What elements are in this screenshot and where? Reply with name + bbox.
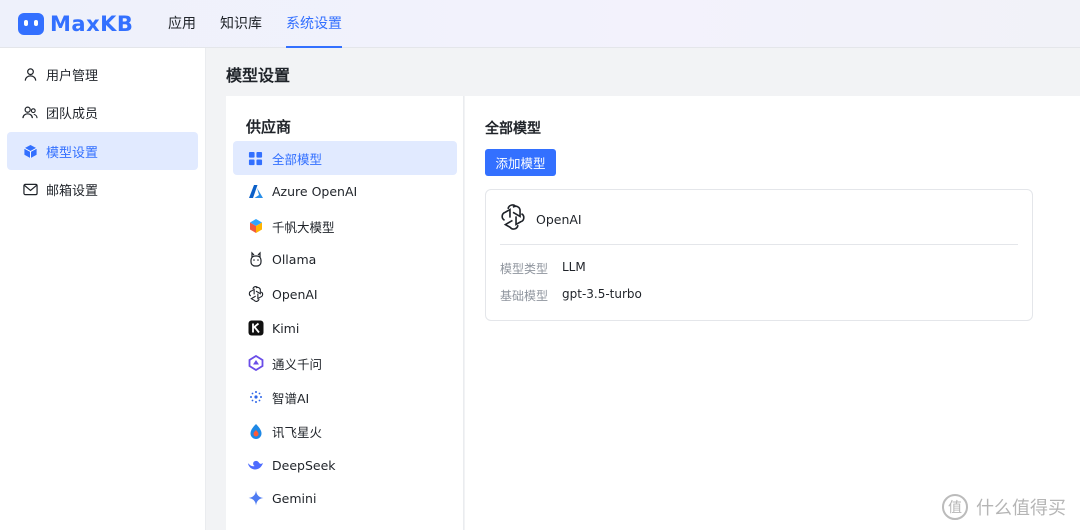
xunfei-icon	[247, 423, 264, 440]
app-logo[interactable]: MaxKB	[18, 10, 133, 38]
openai-icon	[500, 204, 526, 234]
sidebar-item-users[interactable]: 用户管理	[7, 55, 198, 93]
model-type-value: LLM	[562, 260, 586, 274]
provider-item-kimi[interactable]: Kimi	[233, 311, 457, 345]
provider-item-label: Gemini	[272, 490, 317, 506]
provider-item-label: DeepSeek	[272, 457, 336, 473]
provider-item-label: Kimi	[272, 320, 300, 336]
provider-panel: 供应商 全部模型 Azure OpenAI 千帆大模型 Ollama OpenA…	[226, 96, 464, 530]
provider-item-xunfei[interactable]: 讯飞星火	[233, 414, 457, 448]
kimi-icon	[247, 320, 264, 337]
app-logo-text: MaxKB	[50, 12, 134, 36]
provider-item-ollama[interactable]: Ollama	[233, 242, 457, 276]
page-title: 模型设置	[226, 66, 291, 85]
base-model-label: 基础模型	[500, 289, 549, 303]
nav-item-knowledge[interactable]: 知识库	[220, 0, 262, 48]
card-divider	[500, 244, 1018, 245]
top-nav: 应用 知识库 系统设置	[168, 0, 366, 48]
top-header: MaxKB 应用 知识库 系统设置	[0, 0, 1080, 48]
model-card[interactable]: OpenAI 模型类型 LLM 基础模型 gpt-3.5-turbo	[485, 189, 1033, 321]
provider-item-label: 千帆大模型	[272, 219, 335, 235]
provider-item-openai[interactable]: OpenAI	[233, 277, 457, 311]
sidebar-item-team[interactable]: 团队成员	[7, 93, 198, 131]
provider-item-label: Azure OpenAI	[272, 183, 358, 199]
nav-item-apps[interactable]: 应用	[168, 0, 196, 48]
provider-item-deepseek[interactable]: DeepSeek	[233, 448, 457, 482]
zhipu-icon	[247, 389, 264, 406]
provider-item-qianfan[interactable]: 千帆大模型	[233, 209, 457, 243]
robot-logo-icon	[18, 13, 44, 35]
model-card-name: OpenAI	[536, 211, 582, 227]
provider-item-tongyi[interactable]: 通义千问	[233, 346, 457, 380]
watermark-logo-icon: 值	[942, 494, 968, 520]
sidebar-item-label: 团队成员	[46, 106, 99, 122]
mail-icon	[22, 181, 38, 197]
azure-icon	[247, 183, 264, 200]
provider-list-title: 供应商	[246, 118, 292, 136]
provider-item-label: 智谱AI	[272, 390, 310, 406]
qianfan-icon	[247, 218, 264, 235]
sidebar-item-email[interactable]: 邮箱设置	[7, 170, 198, 208]
team-icon	[22, 104, 38, 120]
provider-item-azure-openai[interactable]: Azure OpenAI	[233, 174, 457, 208]
provider-item-label: 全部模型	[272, 151, 323, 167]
openai-icon	[247, 286, 264, 303]
model-type-row: 模型类型 LLM	[500, 260, 586, 277]
sidebar-item-label: 邮箱设置	[46, 183, 99, 199]
add-model-button[interactable]: 添加模型	[485, 149, 556, 176]
provider-item-label: Ollama	[272, 251, 317, 267]
ollama-icon	[247, 251, 264, 268]
model-card-header: OpenAI	[500, 204, 582, 234]
deepseek-icon	[247, 457, 264, 474]
provider-item-zhipu[interactable]: 智谱AI	[233, 380, 457, 414]
sidebar-item-label: 用户管理	[46, 68, 99, 84]
provider-item-label: 讯飞星火	[272, 424, 323, 440]
grid-icon	[247, 150, 264, 167]
nav-item-system-settings[interactable]: 系统设置	[286, 0, 342, 48]
settings-sidebar: 用户管理 团队成员 模型设置 邮箱设置	[0, 48, 206, 530]
sidebar-item-model-settings[interactable]: 模型设置	[7, 132, 198, 170]
model-type-label: 模型类型	[500, 262, 549, 276]
base-model-row: 基础模型 gpt-3.5-turbo	[500, 287, 642, 304]
model-list-title: 全部模型	[485, 121, 541, 137]
watermark-text: 什么值得买	[976, 498, 1066, 519]
user-icon	[22, 66, 38, 82]
provider-item-label: 通义千问	[272, 356, 323, 372]
provider-item-gemini[interactable]: Gemini	[233, 481, 457, 515]
cube-icon	[22, 143, 38, 159]
base-model-value: gpt-3.5-turbo	[562, 287, 642, 301]
provider-item-all-models[interactable]: 全部模型	[233, 141, 457, 175]
gemini-icon	[247, 490, 264, 507]
sidebar-item-label: 模型设置	[46, 145, 99, 161]
tongyi-icon	[247, 355, 264, 372]
site-watermark: 值 什么值得买	[942, 494, 1066, 520]
provider-item-label: OpenAI	[272, 286, 318, 302]
model-list-panel: 全部模型 添加模型 OpenAI 模型类型 LLM 基础模型 gpt-3.5-t…	[465, 96, 1080, 530]
